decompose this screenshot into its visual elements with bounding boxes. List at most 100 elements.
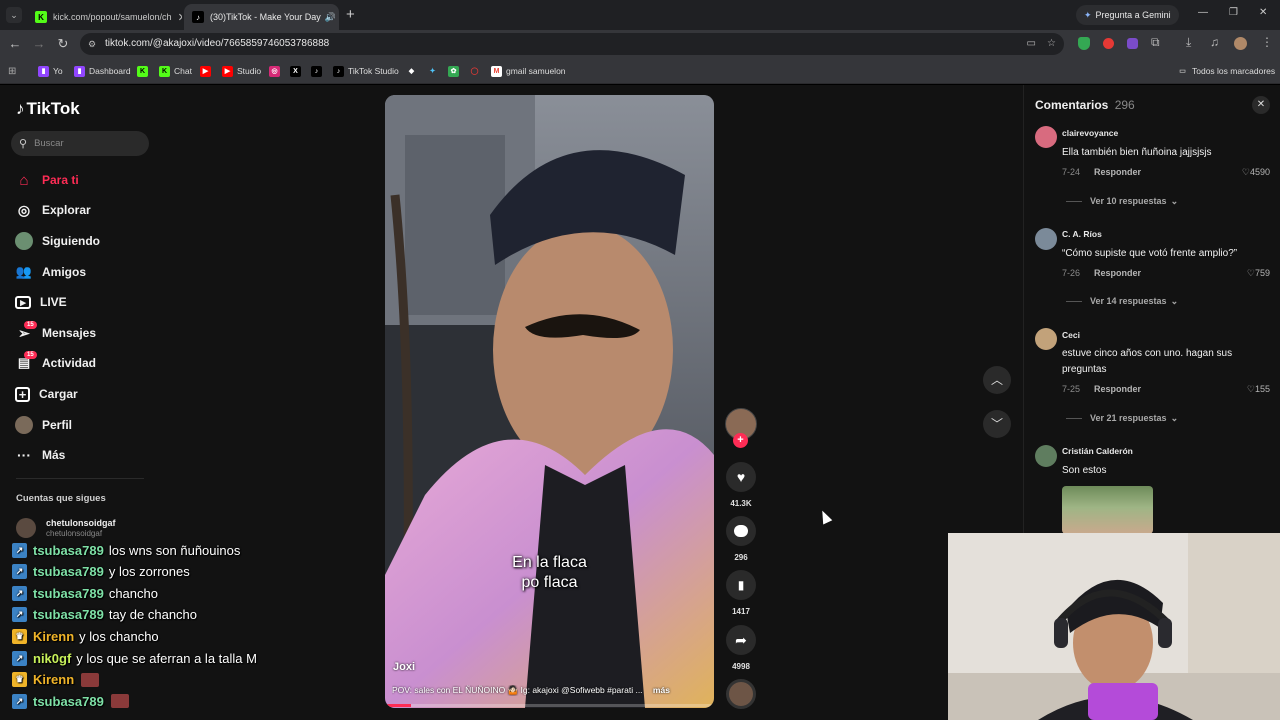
chat-username[interactable]: tsubasa789 [33,543,104,558]
bookmark-instagram[interactable]: ◎ [269,64,284,78]
following-account[interactable]: chetulonsoidgaf chetulonsoidgaf [16,516,156,540]
video-progress-track[interactable] [385,704,714,707]
comment-avatar[interactable] [1035,328,1057,350]
close-comments-button[interactable]: ✕ [1252,96,1270,114]
tab-tiktok[interactable]: ♪ (30)TikTok - Make Your Day 🔊 ✕ [184,4,339,30]
url-field[interactable]: ⚙ tiktok.com/@akajoxi/video/766585974605… [80,33,1064,55]
comment-photo[interactable] [1062,486,1153,534]
extension-red-icon[interactable] [1103,38,1114,49]
media-control-icon[interactable]: ♫ [1210,35,1219,49]
next-video-button[interactable]: ﹀ [983,410,1011,438]
profile-avatar[interactable] [1234,37,1247,50]
share-button[interactable]: ➦ [726,625,756,655]
bookmark-star[interactable]: ✦ [427,64,442,78]
site-info-icon[interactable]: ⚙ [88,33,96,55]
follow-plus-icon[interactable]: + [733,433,748,448]
comment-username[interactable]: Cristián Calderón [1062,446,1133,456]
comment-avatar[interactable] [1035,228,1057,250]
more-link[interactable]: más [653,685,670,695]
profile-avatar-icon [15,416,33,434]
back-icon[interactable]: ← [7,36,23,52]
reply-button[interactable]: Responder [1094,268,1141,278]
bookmark-green[interactable]: ✿ [448,64,463,78]
bookmark-dashboard[interactable]: ▮ Dashboard [74,64,131,78]
chat-username[interactable]: tsubasa789 [33,564,104,579]
comment-like[interactable]: ♡155 [1247,384,1270,395]
comment-button[interactable] [726,516,756,546]
star-icon[interactable]: ☆ [1047,33,1056,55]
bookmark-gmail[interactable]: Mgmail samuelon [491,64,566,78]
view-replies-button[interactable]: Ver 10 respuestas ⌄ [1066,196,1178,207]
bookmark-kick[interactable]: K [137,64,152,78]
extensions-puzzle-icon[interactable]: ⧉ [1151,35,1160,50]
reply-button[interactable]: Responder [1094,167,1141,177]
view-replies-button[interactable]: Ver 14 respuestas ⌄ [1066,296,1178,307]
chat-text: y los chancho [79,628,159,644]
bookmark-red-circle[interactable]: ◯ [469,64,484,78]
nav-amigos[interactable]: 👥 Amigos [15,261,86,283]
bookmark-yo[interactable]: ▮ Yo [38,64,63,78]
tab-kick[interactable]: K kick.com/popout/samuelon/ch ✕ [27,4,182,30]
extension-purple-icon[interactable] [1127,38,1138,49]
tiktok-logo[interactable]: ♪ TikTok [16,99,80,119]
chat-username[interactable]: tsubasa789 [33,694,104,709]
speaker-icon[interactable]: 🔊 [325,12,336,23]
bookmark-diamond[interactable]: ◆ [406,64,421,78]
nav-label: Explorar [42,203,91,217]
nav-cargar[interactable]: + Cargar [15,383,78,405]
view-replies-button[interactable]: Ver 21 respuestas ⌄ [1066,413,1178,424]
comment-avatar[interactable] [1035,445,1057,467]
comment-like[interactable]: ♡4590 [1242,167,1270,178]
close-icon[interactable]: ✕ [336,11,339,24]
bookmark-chat[interactable]: K Chat [159,64,192,78]
chat-username[interactable]: Kirenn [33,672,74,687]
nav-para-ti[interactable]: ⌂ Para ti [15,169,78,191]
tiktok-note-icon: ♪ [16,99,25,118]
comment-avatar[interactable] [1035,126,1057,148]
nav-live[interactable]: ▸ LIVE [15,291,67,313]
menu-kebab-icon[interactable]: ⋮ [1261,35,1273,49]
reload-icon[interactable]: ↻ [55,36,71,52]
close-window-button[interactable]: ✕ [1259,7,1267,18]
previous-video-button[interactable]: ︿ [983,366,1011,394]
gemini-button[interactable]: ✦ Pregunta a Gemini [1076,5,1179,25]
nav-siguiendo[interactable]: Siguiendo [15,230,100,252]
chat-username[interactable]: tsubasa789 [33,586,104,601]
video-author[interactable]: Joxi [393,661,415,673]
chat-username[interactable]: Kirenn [33,629,74,644]
tab-search-button[interactable]: ⌄ [6,7,22,23]
cast-icon[interactable]: ▭ [1027,33,1036,55]
bookmark-x[interactable]: X [290,64,305,78]
new-tab-button[interactable]: + [346,6,355,23]
search-input[interactable]: ⚲ Buscar [11,131,149,156]
chat-username[interactable]: tsubasa789 [33,607,104,622]
bookmark-tiktok[interactable]: ♪ [311,64,326,78]
diamond-icon: ◆ [408,68,415,75]
all-bookmarks[interactable]: ▭ Todos los marcadores [1177,64,1275,78]
like-button[interactable]: ♥ [726,462,756,492]
nav-mas[interactable]: ··· Más [15,444,65,466]
nav-perfil[interactable]: Perfil [15,414,72,436]
reply-button[interactable]: Responder [1094,384,1141,394]
bookmark-studio[interactable]: ▶ Studio [222,64,261,78]
video-player[interactable]: En la flaca po flaca Joxi POV: sales con… [385,95,714,708]
divider [16,478,144,479]
comment-username[interactable]: Ceci [1062,330,1080,340]
extension-shield-icon[interactable] [1078,37,1090,50]
comment-like[interactable]: ♡759 [1247,268,1270,279]
download-icon[interactable]: ⤓ [1186,35,1191,50]
restore-button[interactable]: ❐ [1229,7,1238,18]
minimize-button[interactable]: — [1198,7,1208,18]
comment-username[interactable]: clairevoyance [1062,128,1118,138]
save-button[interactable]: ▮ [726,570,756,600]
chat-message: ↗ nik0gf y los que se aferran a la talla M [12,648,257,668]
bookmark-youtube[interactable]: ▶ [200,64,215,78]
close-icon[interactable]: ✕ [172,11,182,24]
sound-disc-avatar[interactable] [726,679,756,709]
forward-icon[interactable]: → [31,36,47,52]
bookmark-tiktok-studio[interactable]: ♪ TikTok Studio [333,64,399,78]
nav-explorar[interactable]: ◎ Explorar [15,199,91,221]
apps-grid-icon[interactable]: ⊞ [8,64,16,78]
chat-username[interactable]: nik0gf [33,651,71,666]
comment-username[interactable]: C. A. Ríos [1062,229,1102,239]
